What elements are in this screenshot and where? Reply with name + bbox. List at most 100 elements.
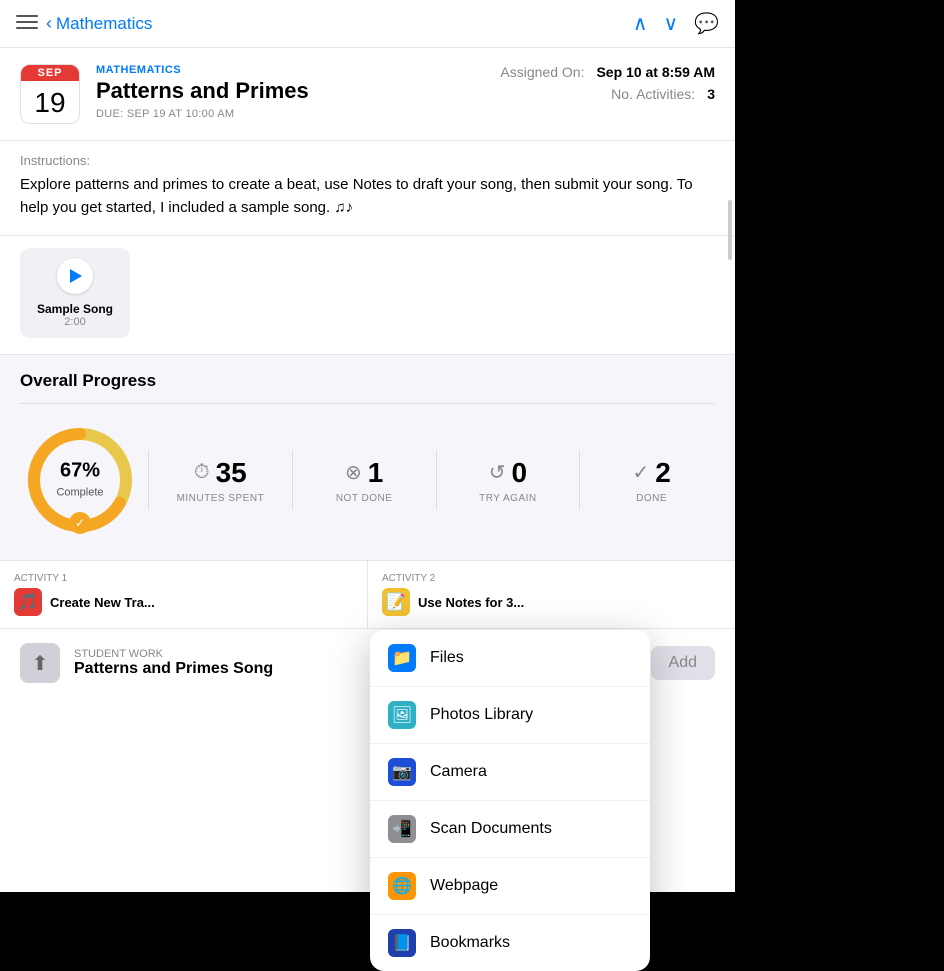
assigned-on-label: Assigned On: bbox=[500, 64, 584, 80]
play-icon bbox=[70, 269, 82, 283]
done-value-row: ✓ 2 bbox=[632, 457, 670, 489]
not-done-stat: ⊗ 1 NOT DONE bbox=[301, 457, 428, 504]
donut-chart: 67% Complete ✓ bbox=[20, 420, 140, 540]
minutes-number: 35 bbox=[216, 457, 247, 489]
song-duration: 2:00 bbox=[64, 316, 85, 328]
donut-center: 67% Complete bbox=[56, 460, 103, 501]
chevron-down-icon[interactable]: ∨ bbox=[663, 11, 678, 36]
progress-stats: 67% Complete ✓ ⏱ 35 MINUTES SPENT ⊗ 1 bbox=[20, 420, 715, 540]
sidebar-toggle-button[interactable] bbox=[16, 15, 38, 33]
camera-label: Camera bbox=[430, 763, 487, 781]
comment-icon[interactable]: 💬 bbox=[694, 11, 719, 36]
activity-1-icon: 🎵 bbox=[14, 588, 42, 616]
activity-card-2[interactable]: ACTIVITY 2 📝 Use Notes for 3... bbox=[368, 561, 735, 628]
done-label: DONE bbox=[636, 493, 667, 504]
no-activities-row: No. Activities: 3 bbox=[500, 86, 715, 102]
add-button[interactable]: Add bbox=[651, 646, 715, 680]
donut-check-icon: ✓ bbox=[69, 512, 91, 534]
bookmarks-label: Bookmarks bbox=[430, 934, 510, 952]
calendar-month: SEP bbox=[21, 65, 79, 81]
assignment-header: SEP 19 Mathematics Patterns and Primes D… bbox=[0, 48, 735, 141]
try-again-number: 0 bbox=[511, 457, 527, 489]
not-done-value-row: ⊗ 1 bbox=[345, 457, 383, 489]
stat-divider-2 bbox=[292, 450, 293, 510]
nav-bar: ‹ Mathematics ∧ ∨ 💬 bbox=[0, 0, 735, 48]
activity-2-icon-row: 📝 Use Notes for 3... bbox=[382, 588, 721, 616]
activity-1-icon-row: 🎵 Create New Tra... bbox=[14, 588, 353, 616]
subject-label: Mathematics bbox=[96, 64, 484, 76]
bookmarks-icon: 📘 bbox=[388, 929, 416, 957]
song-play-button[interactable] bbox=[57, 258, 93, 294]
assignment-title: Patterns and Primes bbox=[96, 78, 484, 104]
stat-divider-1 bbox=[148, 450, 149, 510]
photos-label: Photos Library bbox=[430, 706, 533, 724]
minutes-label: MINUTES SPENT bbox=[177, 493, 265, 504]
dropdown-item-bookmarks[interactable]: 📘 Bookmarks bbox=[370, 915, 650, 971]
back-button[interactable]: ‹ Mathematics bbox=[46, 13, 152, 34]
song-title: Sample Song bbox=[37, 302, 113, 316]
dropdown-item-webpage[interactable]: 🌐 Webpage bbox=[370, 858, 650, 915]
done-icon: ✓ bbox=[632, 460, 649, 485]
progress-section: Overall Progress 67% Complete ✓ ⏱ bbox=[0, 355, 735, 560]
chevron-up-icon[interactable]: ∧ bbox=[633, 11, 648, 36]
activity-card-1[interactable]: ACTIVITY 1 🎵 Create New Tra... bbox=[0, 561, 367, 628]
song-card[interactable]: Sample Song 2:00 bbox=[20, 248, 130, 338]
assigned-on-value: Sep 10 at 8:59 AM bbox=[596, 64, 715, 80]
instructions-label: Instructions: bbox=[20, 153, 715, 168]
student-work-icon: ⬆ bbox=[20, 643, 60, 683]
activity-2-number: ACTIVITY 2 bbox=[382, 573, 721, 584]
donut-percentage: 67% bbox=[56, 460, 103, 483]
not-done-number: 1 bbox=[368, 457, 384, 489]
back-chevron-icon: ‹ bbox=[46, 13, 52, 34]
no-activities-value: 3 bbox=[707, 86, 715, 102]
scan-icon: 📲 bbox=[388, 815, 416, 843]
activity-2-icon: 📝 bbox=[382, 588, 410, 616]
activity-2-name: Use Notes for 3... bbox=[418, 595, 524, 610]
webpage-label: Webpage bbox=[430, 877, 498, 895]
dropdown-item-camera[interactable]: 📷 Camera bbox=[370, 744, 650, 801]
assignment-meta: Assigned On: Sep 10 at 8:59 AM No. Activ… bbox=[500, 64, 715, 124]
activity-1-name: Create New Tra... bbox=[50, 595, 155, 610]
dropdown-item-files[interactable]: 📁 Files bbox=[370, 630, 650, 687]
assigned-on-row: Assigned On: Sep 10 at 8:59 AM bbox=[500, 64, 715, 80]
dropdown-item-photos[interactable]: 🖼 Photos Library bbox=[370, 687, 650, 744]
done-number: 2 bbox=[655, 457, 671, 489]
minutes-stat: ⏱ 35 MINUTES SPENT bbox=[157, 457, 284, 504]
stat-divider-3 bbox=[436, 450, 437, 510]
files-label: Files bbox=[430, 649, 464, 667]
assignment-info: Mathematics Patterns and Primes DUE: SEP… bbox=[96, 64, 484, 124]
activities-row: ACTIVITY 1 🎵 Create New Tra... ACTIVITY … bbox=[0, 560, 735, 628]
not-done-icon: ⊗ bbox=[345, 460, 362, 485]
files-icon: 📁 bbox=[388, 644, 416, 672]
scrollbar[interactable] bbox=[728, 200, 732, 260]
back-button-label: Mathematics bbox=[56, 14, 152, 34]
clock-icon: ⏱ bbox=[194, 461, 210, 484]
progress-divider bbox=[20, 403, 715, 404]
due-date: DUE: SEP 19 AT 10:00 AM bbox=[96, 108, 484, 120]
activity-1-number: ACTIVITY 1 bbox=[14, 573, 353, 584]
minutes-value-row: ⏱ 35 bbox=[194, 457, 247, 489]
instructions-section: Instructions: Explore patterns and prime… bbox=[0, 141, 735, 236]
photos-icon: 🖼 bbox=[388, 701, 416, 729]
song-card-wrap: Sample Song 2:00 bbox=[0, 236, 735, 355]
webpage-icon: 🌐 bbox=[388, 872, 416, 900]
try-again-label: TRY AGAIN bbox=[479, 493, 536, 504]
not-done-label: NOT DONE bbox=[336, 493, 393, 504]
calendar-day: 19 bbox=[21, 81, 79, 124]
nav-right: ∧ ∨ 💬 bbox=[633, 11, 719, 36]
try-again-value-row: ↺ 0 bbox=[489, 457, 527, 489]
donut-complete-label: Complete bbox=[56, 487, 103, 499]
instructions-text: Explore patterns and primes to create a … bbox=[20, 174, 715, 219]
done-stat: ✓ 2 DONE bbox=[588, 457, 715, 504]
progress-title: Overall Progress bbox=[20, 371, 715, 391]
no-activities-label: No. Activities: bbox=[611, 86, 695, 102]
calendar-badge: SEP 19 bbox=[20, 64, 80, 124]
right-panel bbox=[735, 0, 944, 892]
nav-left: ‹ Mathematics bbox=[16, 13, 152, 34]
camera-icon: 📷 bbox=[388, 758, 416, 786]
try-again-icon: ↺ bbox=[489, 460, 506, 485]
dropdown-item-scan[interactable]: 📲 Scan Documents bbox=[370, 801, 650, 858]
try-again-stat: ↺ 0 TRY AGAIN bbox=[445, 457, 572, 504]
scan-label: Scan Documents bbox=[430, 820, 552, 838]
stat-divider-4 bbox=[579, 450, 580, 510]
